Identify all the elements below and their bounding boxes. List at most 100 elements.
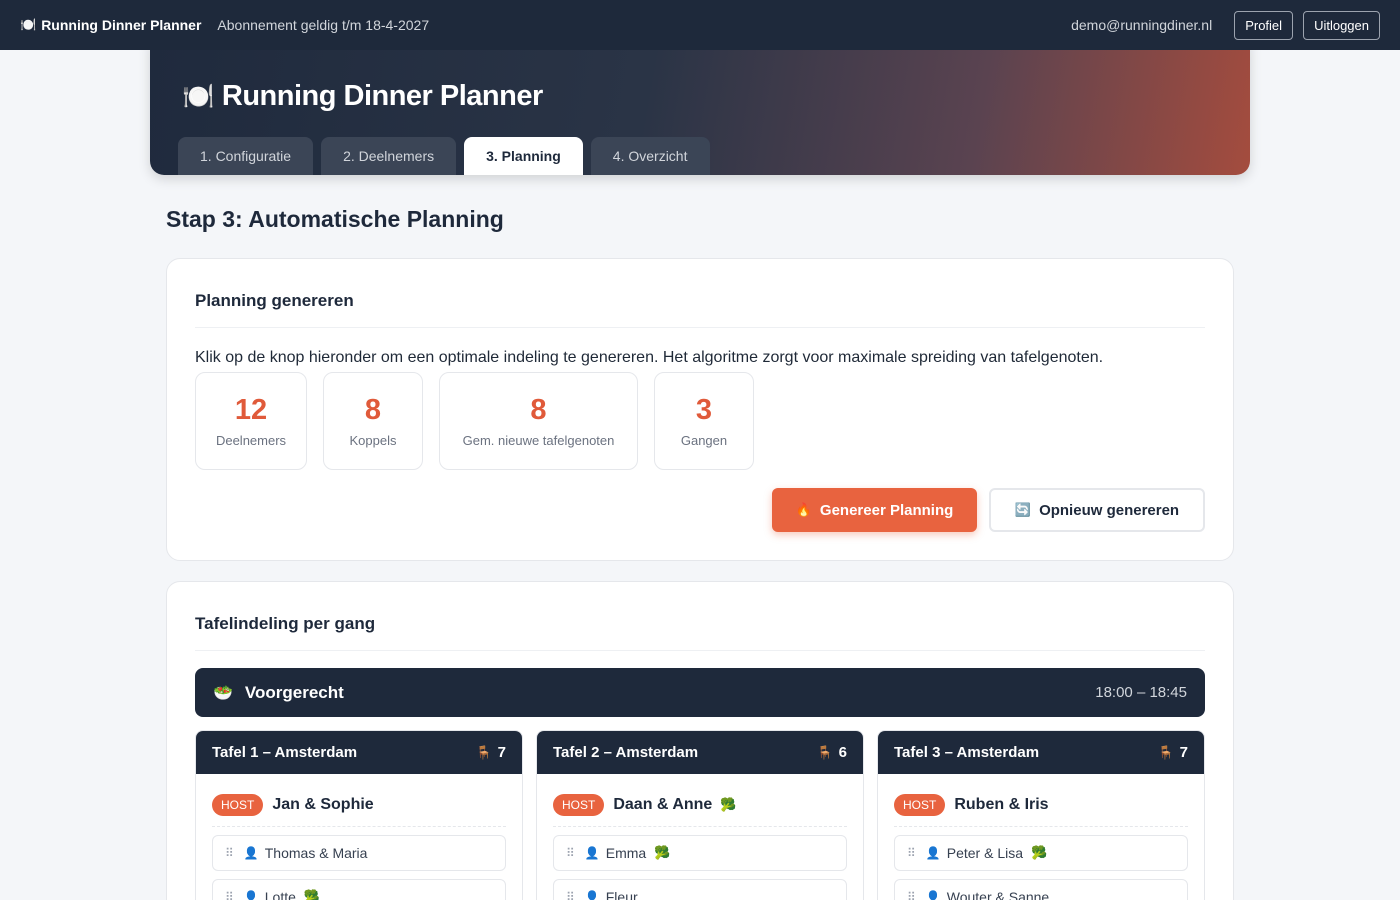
stat-new-tablemates: 8 Gem. nieuwe tafelgenoten <box>439 372 638 470</box>
guest-item[interactable]: ⠿ 👤 Emma 🥦 <box>553 835 847 871</box>
vegetarian-icon: 🥦 <box>303 889 321 900</box>
person-icon: 👤 <box>584 890 600 900</box>
course-header[interactable]: 🥗 Voorgerecht 18:00 – 18:45 <box>195 668 1205 717</box>
table-layout-card: Tafelindeling per gang 🥗 Voorgerecht 18:… <box>166 581 1234 900</box>
vegetarian-icon: 🥦 <box>1031 845 1048 860</box>
drag-handle-icon[interactable]: ⠿ <box>566 846 575 860</box>
regenerate-button[interactable]: 🔄 Opnieuw genereren <box>989 488 1205 532</box>
host-name: Ruben & Iris <box>954 796 1049 813</box>
navbar-brand-label: Running Dinner Planner <box>41 17 202 33</box>
generate-card: Planning genereren Klik op de knop hiero… <box>166 258 1234 561</box>
fire-icon: 🔥 <box>795 502 812 517</box>
stat-label: Gem. nieuwe tafelgenoten <box>462 433 615 448</box>
seat-count: 🪑 7 <box>1157 744 1188 761</box>
stat-value: 12 <box>234 394 268 426</box>
guest-name: Fleur <box>605 889 638 900</box>
guest-item[interactable]: ⠿ 👤 Lotte 🥦 <box>212 879 506 900</box>
guest-name: Peter & Lisa <box>946 845 1024 861</box>
course-name: Voorgerecht <box>244 682 344 702</box>
drag-handle-icon[interactable]: ⠿ <box>907 846 916 860</box>
drag-handle-icon[interactable]: ⠿ <box>225 890 234 900</box>
generate-planning-label: Genereer Planning <box>819 501 954 519</box>
person-icon: 👤 <box>243 846 259 860</box>
top-navbar: 🍽️ Running Dinner Planner Abonnement gel… <box>0 0 1400 50</box>
drag-handle-icon[interactable]: ⠿ <box>225 846 234 860</box>
tables-grid: Tafel 1 – Amsterdam 🪑 7 HOST Jan & Sophi… <box>195 730 1205 900</box>
page-title: Stap 3: Automatische Planning <box>166 206 504 232</box>
refresh-icon: 🔄 <box>1014 502 1032 517</box>
generate-planning-button[interactable]: 🔥 Genereer Planning <box>772 488 977 532</box>
course-time: 18:00 – 18:45 <box>1095 684 1187 701</box>
tab-deelnemers[interactable]: 2. Deelnemers <box>321 137 457 175</box>
host-row: HOST Daan & Anne 🥦 <box>553 794 847 827</box>
host-badge: HOST <box>894 794 946 816</box>
stat-label: Koppels <box>349 433 397 448</box>
hero-header: 🍽️ Running Dinner Planner 1. Configurati… <box>150 40 1250 175</box>
guest-name: Wouter & Sanne <box>946 889 1050 900</box>
stat-value: 8 <box>364 394 382 426</box>
stat-courses: 3 Gangen <box>654 372 754 470</box>
host-name: Daan & Anne <box>613 796 713 813</box>
table-title: Tafel 1 – Amsterdam <box>212 744 358 761</box>
table-header: Tafel 3 – Amsterdam 🪑 7 <box>878 731 1204 774</box>
generate-actions: 🔥 Genereer Planning 🔄 Opnieuw genereren <box>772 488 1205 532</box>
table-header: Tafel 1 – Amsterdam 🪑 7 <box>196 731 522 774</box>
table-title: Tafel 2 – Amsterdam <box>553 744 699 761</box>
chair-icon: 🪑 <box>475 744 492 760</box>
user-email: demo@runningdiner.nl <box>1071 17 1213 33</box>
table-header: Tafel 2 – Amsterdam 🪑 6 <box>537 731 863 774</box>
tab-configuratie[interactable]: 1. Configuratie <box>178 137 314 175</box>
table-layout-heading: Tafelindeling per gang <box>195 614 1205 651</box>
seat-count: 🪑 7 <box>475 744 506 761</box>
chair-icon: 🪑 <box>816 744 833 760</box>
person-icon: 👤 <box>925 890 941 900</box>
stat-value: 8 <box>530 394 547 426</box>
seat-count-value: 6 <box>838 744 847 761</box>
generate-description: Klik op de knop hieronder om een optimal… <box>195 349 1104 366</box>
vegetarian-icon: 🥦 <box>654 845 671 860</box>
guest-item[interactable]: ⠿ 👤 Peter & Lisa 🥦 <box>894 835 1188 871</box>
navbar-right: demo@runningdiner.nl Profiel Uitloggen <box>1071 10 1380 40</box>
guest-item[interactable]: ⠿ 👤 Fleur <box>553 879 847 900</box>
hero-title: 🍽️ Running Dinner Planner <box>182 80 543 113</box>
chair-icon: 🪑 <box>1157 744 1174 760</box>
guest-item[interactable]: ⠿ 👤 Thomas & Maria <box>212 835 506 871</box>
plate-icon: 🍽️ <box>182 81 214 111</box>
regenerate-label: Opnieuw genereren <box>1039 501 1180 519</box>
table-card: Tafel 3 – Amsterdam 🪑 7 HOST Ruben & Iri… <box>877 730 1205 900</box>
stat-label: Gangen <box>680 433 728 448</box>
person-icon: 👤 <box>584 846 600 860</box>
tab-planning[interactable]: 3. Planning <box>464 137 583 175</box>
table-card: Tafel 1 – Amsterdam 🪑 7 HOST Jan & Sophi… <box>195 730 523 900</box>
stat-label: Deelnemers <box>215 433 287 448</box>
drag-handle-icon[interactable]: ⠿ <box>566 890 575 900</box>
table-title: Tafel 3 – Amsterdam <box>894 744 1040 761</box>
navbar-brand[interactable]: 🍽️ Running Dinner Planner <box>20 17 201 33</box>
plate-icon: 🍽️ <box>20 17 37 32</box>
host-badge: HOST <box>553 794 605 816</box>
stat-value: 3 <box>695 394 713 426</box>
logout-button[interactable]: Uitloggen <box>1303 10 1380 40</box>
seat-count: 🪑 6 <box>816 744 847 761</box>
step-tabs: 1. Configuratie 2. Deelnemers 3. Plannin… <box>178 137 718 175</box>
guest-item[interactable]: ⠿ 👤 Wouter & Sanne <box>894 879 1188 900</box>
hero-title-text: Running Dinner Planner <box>221 80 543 112</box>
host-row: HOST Jan & Sophie <box>212 794 506 827</box>
tab-overzicht[interactable]: 4. Overzicht <box>590 137 710 175</box>
guest-name: Thomas & Maria <box>264 845 368 861</box>
seat-count-value: 7 <box>1179 744 1188 761</box>
stat-couples: 8 Koppels <box>323 372 423 470</box>
host-name: Jan & Sophie <box>272 796 374 813</box>
drag-handle-icon[interactable]: ⠿ <box>907 890 916 900</box>
vegetarian-icon: 🥦 <box>720 797 737 812</box>
subscription-status: Abonnement geldig t/m 18-4-2027 <box>217 17 430 33</box>
host-badge: HOST <box>212 794 264 816</box>
guest-name: Emma <box>605 845 647 861</box>
person-icon: 👤 <box>243 890 259 900</box>
host-row: HOST Ruben & Iris <box>894 794 1188 827</box>
profile-button[interactable]: Profiel <box>1234 10 1294 40</box>
salad-icon: 🥗 <box>213 684 233 702</box>
stats-row: 12 Deelnemers 8 Koppels 8 Gem. nieuwe ta… <box>195 372 770 470</box>
person-icon: 👤 <box>925 846 941 860</box>
seat-count-value: 7 <box>497 744 506 761</box>
